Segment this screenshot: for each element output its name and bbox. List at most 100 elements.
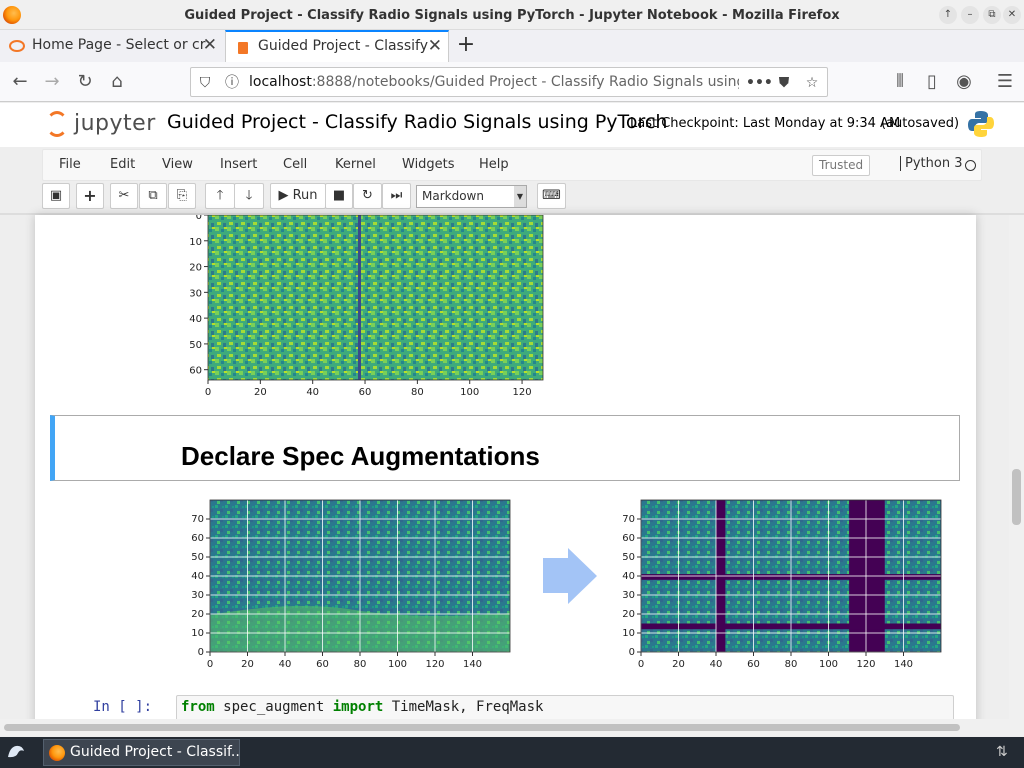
x-tick-label: 0 <box>207 659 213 670</box>
plus-icon[interactable]: + <box>76 183 104 209</box>
y-tick-label: 40 <box>189 314 202 325</box>
pocket-icon[interactable]: ⛊ <box>775 74 793 92</box>
x-tick-label: 80 <box>354 659 367 670</box>
run-icon: ▶ <box>278 188 289 203</box>
window-up-icon[interactable]: ↑ <box>939 6 957 24</box>
horizontal-scrollbar[interactable] <box>0 719 1024 736</box>
module-name: spec_augment <box>214 699 333 715</box>
x-tick-label: 60 <box>359 387 372 398</box>
y-tick-label: 50 <box>189 340 202 351</box>
notebook-favicon-icon <box>238 42 248 54</box>
arrow-down-icon[interactable]: 🡓 <box>234 183 264 209</box>
shield-icon[interactable]: ⛉ <box>196 74 214 92</box>
y-tick-label: 30 <box>622 590 635 601</box>
y-tick-label: 60 <box>191 533 204 544</box>
new-tab-button[interactable]: + <box>455 34 477 56</box>
menu-view[interactable]: View <box>162 157 193 172</box>
home-icon[interactable]: ⌂ <box>103 68 131 96</box>
x-tick-label: 80 <box>785 659 798 670</box>
jupyter-favicon-icon <box>9 40 25 52</box>
x-tick-label: 0 <box>205 387 211 398</box>
y-tick-label: 50 <box>191 552 204 563</box>
fast-forward-icon[interactable]: ⏭ <box>382 183 411 209</box>
page-content: jupyter Guided Project - Classify Radio … <box>0 103 1024 719</box>
x-tick-label: 40 <box>710 659 723 670</box>
restart-icon[interactable]: ↻ <box>353 183 382 209</box>
window-title: Guided Project - Classify Radio Signals … <box>184 8 840 23</box>
reload-icon[interactable]: ↻ <box>71 68 99 96</box>
taskbar-firefox-window[interactable]: Guided Project - Classif... <box>43 739 240 766</box>
page-actions-icon[interactable]: ••• <box>746 74 773 92</box>
x-tick-label: 120 <box>513 387 532 398</box>
minimize-button[interactable]: – <box>961 6 979 24</box>
stop-icon[interactable]: ■ <box>325 183 353 209</box>
jupyter-ring-icon <box>46 111 68 137</box>
start-menu-icon[interactable] <box>5 742 27 764</box>
tab-guided-project[interactable]: Guided Project - Classify ✕ <box>225 30 449 62</box>
taskbar: Guided Project - Classif... ⇅ <box>0 737 1024 768</box>
cell-type-select[interactable]: Markdown ▼ <box>416 185 527 208</box>
menu-widgets[interactable]: Widgets <box>402 157 455 172</box>
x-tick-label: 20 <box>672 659 685 670</box>
url-host: localhost <box>249 74 312 90</box>
menu-insert[interactable]: Insert <box>220 157 257 172</box>
chevron-down-icon: ▼ <box>514 186 526 207</box>
notebook-title[interactable]: Guided Project - Classify Radio Signals … <box>167 111 667 133</box>
y-tick-label: 70 <box>622 514 635 525</box>
y-tick-label: 20 <box>191 609 204 620</box>
sidebar-icon[interactable]: ▯ <box>918 68 946 96</box>
save-icon[interactable]: ▣ <box>42 183 70 209</box>
jupyter-logo[interactable]: jupyter <box>46 109 156 141</box>
x-tick-label: 140 <box>463 659 482 670</box>
paste-icon[interactable]: ⎘ <box>168 183 196 209</box>
menu-file[interactable]: File <box>59 157 81 172</box>
run-button[interactable]: ▶ Run <box>270 183 326 209</box>
network-icon[interactable]: ⇅ <box>996 744 1014 762</box>
url-bar[interactable]: ⛉ ⓘ localhost:8888/notebooks/Guided Proj… <box>190 67 828 97</box>
back-icon[interactable]: ← <box>6 68 34 96</box>
keyboard-icon[interactable]: ⌨ <box>537 183 566 209</box>
trusted-indicator[interactable]: Trusted <box>812 155 871 176</box>
x-tick-label: 40 <box>279 659 292 670</box>
input-prompt: In [ ]: <box>93 699 153 715</box>
copy-icon[interactable]: ⧉ <box>139 183 167 209</box>
markdown-cell[interactable]: Declare Spec Augmentations <box>50 415 960 481</box>
notebook-toolbar: ▣ + ✂ ⧉ ⎘ 🡑 🡓 ▶ Run ■ ↻ ⏭ Markdown ▼ ⌨ <box>42 183 982 211</box>
menu-cell[interactable]: Cell <box>283 157 307 172</box>
cut-icon[interactable]: ✂ <box>110 183 138 209</box>
spectrogram-chart: 0 20 40 60 80 100 120 0 10 20 30 40 50 60 <box>189 215 544 398</box>
x-tick-label: 100 <box>819 659 838 670</box>
close-tab-icon[interactable]: ✕ <box>203 30 217 61</box>
close-window-button[interactable]: ✕ <box>1003 6 1021 24</box>
y-tick-label: 30 <box>189 288 202 299</box>
hamburger-menu-icon[interactable]: ☰ <box>991 68 1019 96</box>
maximize-button[interactable]: ⧉ <box>983 6 1001 24</box>
library-icon[interactable]: ⫴ <box>886 68 914 96</box>
kernel-name[interactable]: Python 3 <box>900 156 962 171</box>
checkpoint-status: Last Checkpoint: Last Monday at 9:34 AM <box>630 116 901 131</box>
vertical-scrollbar[interactable] <box>1009 215 1024 719</box>
url-text[interactable]: localhost:8888/notebooks/Guided Project … <box>249 74 739 90</box>
code-cell-editor[interactable]: from spec_augment import TimeMask, FreqM… <box>176 695 954 719</box>
forward-icon[interactable]: → <box>38 68 66 96</box>
y-tick-label: 0 <box>198 647 204 658</box>
tab-label: Home Page - Select or cr <box>32 37 206 53</box>
keyword-from: from <box>181 699 215 715</box>
menu-help[interactable]: Help <box>479 157 509 172</box>
bookmark-star-icon[interactable]: ☆ <box>803 74 821 92</box>
info-icon[interactable]: ⓘ <box>223 74 241 92</box>
menu-kernel[interactable]: Kernel <box>335 157 376 172</box>
kernel-idle-icon <box>965 160 976 171</box>
arrow-up-icon[interactable]: 🡑 <box>205 183 235 209</box>
account-icon[interactable]: ◉ <box>950 68 978 96</box>
scrollbar-thumb[interactable] <box>4 724 960 731</box>
arrow-right-icon <box>543 548 597 604</box>
tab-home-page[interactable]: Home Page - Select or cr ✕ <box>0 30 223 62</box>
scrollbar-thumb[interactable] <box>1012 469 1021 525</box>
close-tab-icon[interactable]: ✕ <box>428 32 442 61</box>
x-tick-label: 100 <box>460 387 479 398</box>
jupyter-header: jupyter Guided Project - Classify Radio … <box>0 103 1024 147</box>
menu-edit[interactable]: Edit <box>110 157 135 172</box>
x-tick-label: 20 <box>254 387 267 398</box>
y-tick-label: 40 <box>622 571 635 582</box>
